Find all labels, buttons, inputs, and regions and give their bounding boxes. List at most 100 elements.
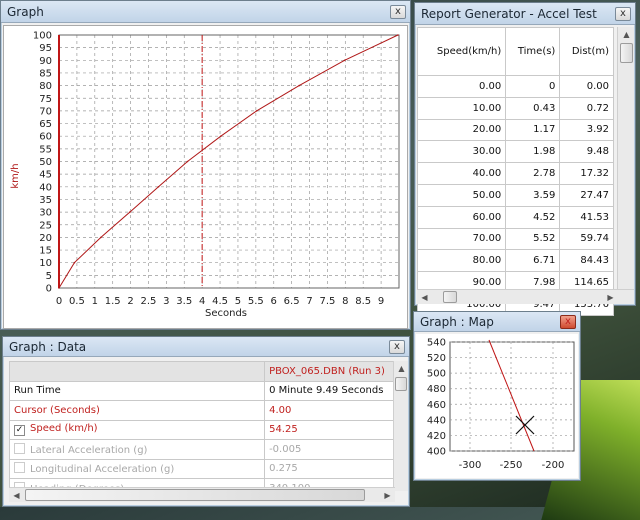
scroll-left-icon[interactable]: ◀ — [417, 290, 432, 305]
table-cell: 3.59 — [505, 183, 561, 207]
track-map[interactable]: 540 520 500 480 460 440 420 400 -300 -250 -200 — [416, 334, 578, 478]
table-row[interactable]: 80.00 6.71 84.43 — [416, 249, 614, 273]
speed-data-point — [298, 84, 300, 87]
data-file-header-row: PBOX_065.DBN (Run 3) — [8, 361, 395, 382]
table-cell: 60.00 — [416, 205, 507, 229]
accel-report-table: Speed(km/h) Time(s) Dist(m) 0.00 0 0.00 10.… — [416, 27, 614, 316]
column-header-speed[interactable]: Speed(km/h) — [416, 27, 507, 76]
table-cell: 40.00 — [416, 162, 507, 185]
y-tick-label: 15 — [39, 246, 52, 257]
table-cell: 50.00 — [416, 183, 507, 207]
map-y-tick-label: 540 — [427, 338, 446, 349]
y-tick-label: 30 — [39, 208, 52, 219]
graph-close-button[interactable]: x — [390, 4, 406, 19]
scroll-right-icon[interactable]: ▶ — [603, 290, 618, 305]
map-y-tick-label: 420 — [427, 431, 446, 442]
y-tick-label: 80 — [39, 81, 52, 92]
x-tick-label: 5.5 — [248, 296, 264, 307]
y-tick-label: 50 — [39, 157, 52, 168]
x-tick-label: 1 — [92, 296, 98, 307]
map-close-button[interactable]: x — [560, 314, 576, 329]
table-row[interactable]: 10.00 0.43 0.72 — [416, 96, 614, 120]
table-cell: 59.74 — [559, 227, 614, 251]
report-horizontal-scrollbar[interactable]: ◀ ▶ — [417, 289, 634, 304]
table-row[interactable]: 50.00 3.59 27.47 — [416, 183, 614, 207]
position-marker-icon — [515, 415, 535, 435]
speed-data-point — [73, 261, 76, 264]
channel-checkbox[interactable]: ✓ — [14, 425, 25, 437]
data-vertical-scrollbar[interactable]: ▲ — [393, 361, 408, 491]
speed-data-point — [100, 236, 102, 239]
scroll-up-icon[interactable]: ▲ — [619, 27, 634, 42]
data-horizontal-scrollbar[interactable]: ◀ ▶ — [9, 487, 395, 502]
data-label: Cursor (Seconds) — [14, 404, 100, 416]
table-cell: 30.00 — [416, 140, 507, 164]
data-row[interactable]: Lateral Acceleration (g) -0.005 — [8, 439, 395, 460]
empty-header-cell — [8, 361, 266, 382]
table-row[interactable]: 60.00 4.52 41.53 — [416, 205, 614, 229]
y-tick-label: 95 — [39, 43, 52, 54]
table-row[interactable]: 30.00 1.98 9.48 — [416, 140, 614, 164]
table-cell: 3.92 — [559, 118, 614, 142]
map-window: Graph : Map x 540 520 500 480 460 440 420 400 -… — [413, 311, 581, 481]
data-label: Lateral Acceleration (g) — [30, 444, 148, 456]
scroll-left-icon[interactable]: ◀ — [9, 488, 24, 503]
scroll-thumb[interactable] — [443, 291, 457, 303]
y-tick-label: 70 — [39, 106, 52, 117]
channel-checkbox[interactable] — [14, 462, 25, 474]
y-tick-label: 90 — [39, 56, 52, 67]
data-row[interactable]: Run Time 0 Minute 9.49 Seconds — [8, 380, 395, 401]
data-titlebar[interactable]: Graph : Data x — [3, 337, 409, 357]
table-row[interactable]: 0.00 0 0.00 — [416, 75, 614, 98]
table-cell: 6.71 — [505, 249, 561, 273]
data-value: 54.25 — [264, 419, 395, 440]
report-vertical-scrollbar[interactable]: ▲ — [617, 27, 634, 289]
data-close-button[interactable]: x — [389, 339, 405, 354]
channel-checkbox[interactable] — [14, 442, 25, 454]
table-row[interactable]: 20.00 1.17 3.92 — [416, 118, 614, 142]
data-row[interactable]: Longitudinal Acceleration (g) 0.275 — [8, 458, 395, 479]
x-tick-label: 8.5 — [355, 296, 371, 307]
scroll-right-icon[interactable]: ▶ — [380, 488, 395, 503]
x-tick-label: 3 — [163, 296, 169, 307]
column-header-time[interactable]: Time(s) — [505, 27, 561, 76]
table-row[interactable]: 70.00 5.52 59.74 — [416, 227, 614, 251]
scroll-thumb[interactable] — [395, 377, 407, 391]
table-cell: 5.52 — [505, 227, 561, 251]
x-tick-label: 2.5 — [141, 296, 157, 307]
scroll-thumb[interactable] — [620, 43, 633, 63]
speed-data-point — [129, 211, 131, 213]
table-cell: 27.47 — [559, 183, 614, 207]
x-tick-label: 0.5 — [69, 296, 85, 307]
speed-time-chart[interactable]: 0510152025303540455055606570758085909510… — [3, 25, 408, 329]
data-value: 0.275 — [264, 458, 395, 479]
scroll-up-icon[interactable]: ▲ — [394, 361, 409, 376]
report-close-button[interactable]: x — [615, 6, 631, 21]
report-titlebar[interactable]: Report Generator - Accel Test x — [415, 3, 635, 25]
table-cell: 0.00 — [559, 75, 614, 98]
table-cell: 20.00 — [416, 118, 507, 142]
table-cell: 80.00 — [416, 249, 507, 273]
data-label-cell: Longitudinal Acceleration (g) — [8, 458, 266, 479]
scroll-thumb[interactable] — [25, 489, 365, 501]
y-tick-label: 35 — [39, 195, 52, 206]
map-titlebar[interactable]: Graph : Map x — [414, 312, 580, 332]
file-header: PBOX_065.DBN (Run 3) — [264, 361, 395, 382]
speed-data-point — [397, 34, 399, 36]
graph-window: Graph x 0 5 10 15 20 25 30 35 40 45 50 55 60 65 70 75 80… — [0, 0, 411, 330]
table-cell: 41.53 — [559, 205, 614, 229]
table-cell: 17.32 — [559, 162, 614, 185]
graph-titlebar[interactable]: Graph x — [1, 1, 410, 23]
table-cell: 9.48 — [559, 140, 614, 164]
table-cell: 70.00 — [416, 227, 507, 251]
data-row[interactable]: ✓ Speed (km/h) 54.25 — [8, 419, 395, 440]
y-axis-label: km/h — [10, 163, 21, 188]
table-cell: 0 — [505, 75, 561, 98]
column-header-dist[interactable]: Dist(m) — [559, 27, 614, 76]
table-row[interactable]: 40.00 2.78 17.32 — [416, 162, 614, 185]
x-tick-label: 6.5 — [284, 296, 300, 307]
x-tick-label: 7 — [306, 296, 312, 307]
data-row[interactable]: Cursor (Seconds) 4.00 — [8, 400, 395, 421]
data-label-cell: ✓ Speed (km/h) — [8, 419, 266, 440]
report-title: Report Generator - Accel Test — [421, 6, 597, 21]
